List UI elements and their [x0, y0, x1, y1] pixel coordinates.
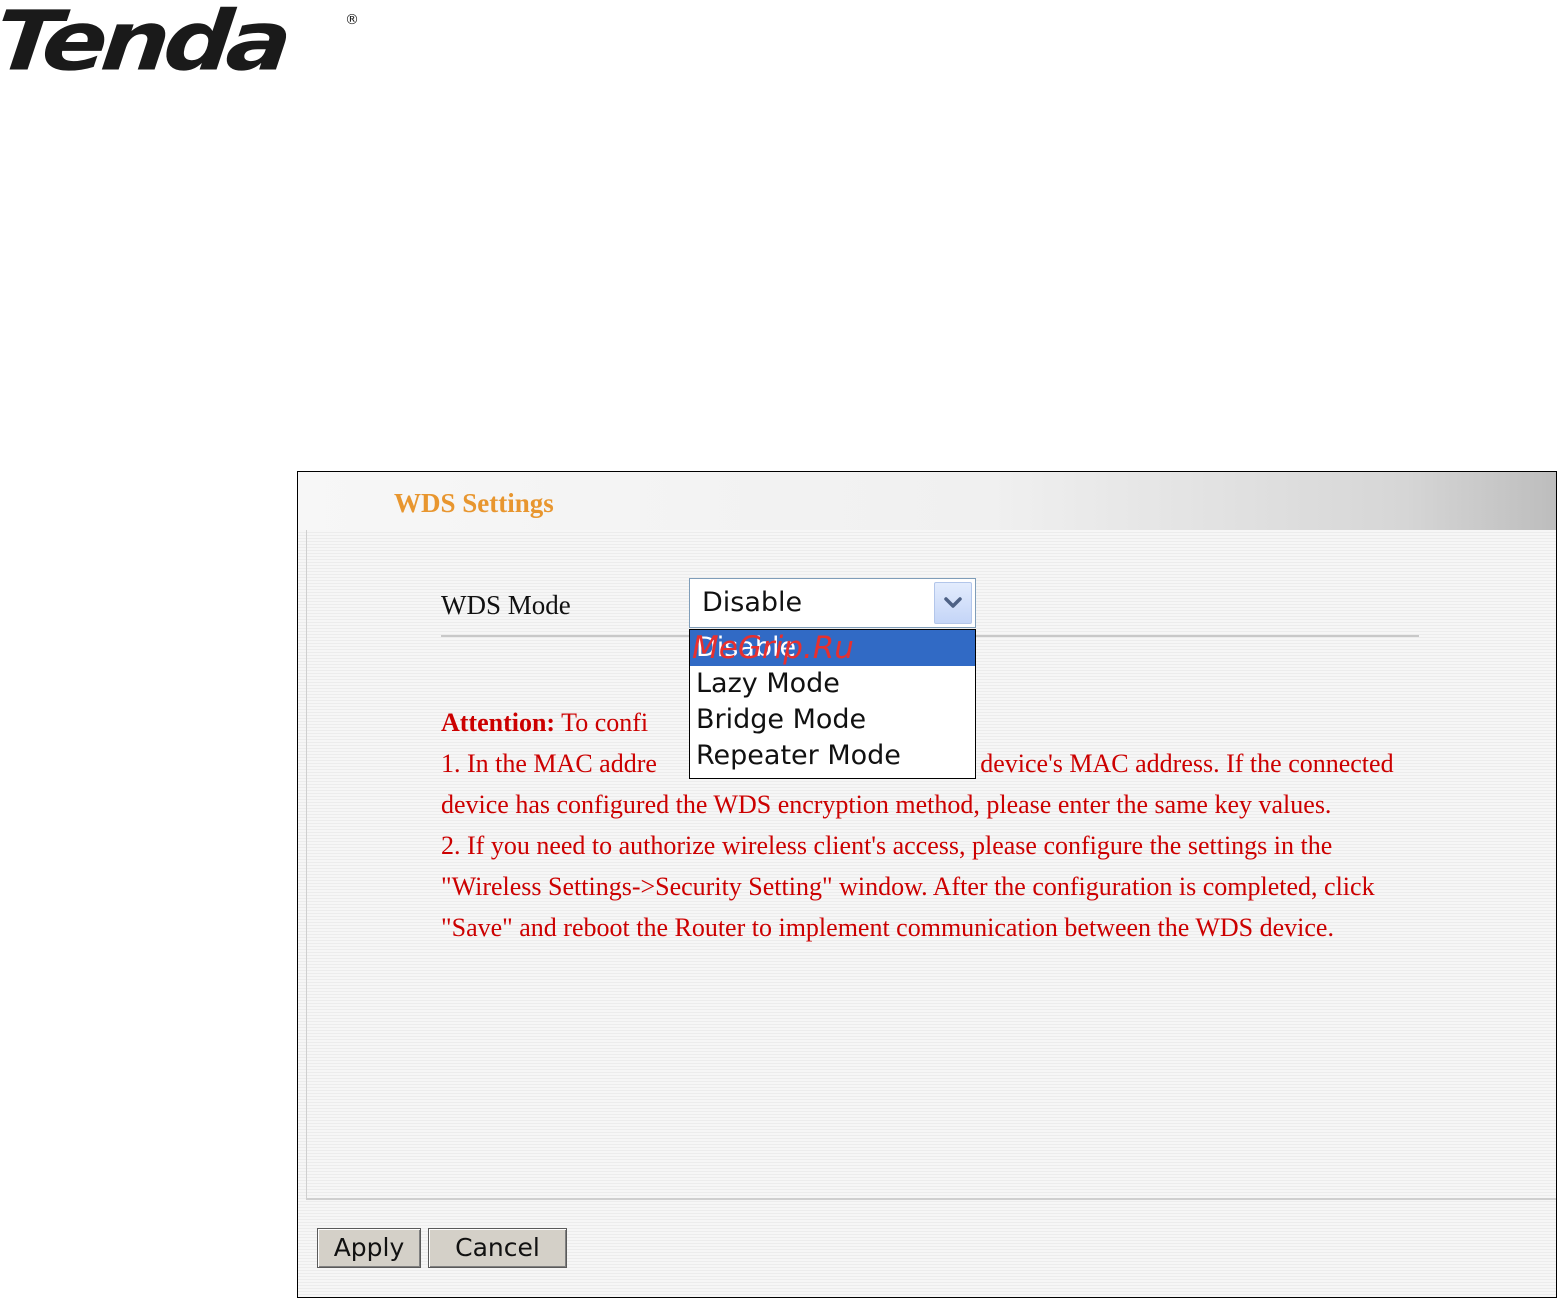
attention-heading: Attention: — [441, 708, 556, 737]
registered-mark: ® — [345, 12, 359, 28]
attention-line-2: 2. If you need to authorize wireless cli… — [441, 831, 1375, 942]
apply-button[interactable]: Apply — [317, 1228, 421, 1268]
panel-header: WDS Settings — [298, 472, 1556, 530]
wds-mode-label: WDS Mode — [441, 590, 571, 620]
logo-text: Tenda — [0, 0, 291, 90]
footer-separator — [306, 1198, 1556, 1200]
option-repeater-mode[interactable]: Repeater Mode — [690, 738, 975, 774]
chevron-down-icon — [944, 597, 962, 608]
cancel-button[interactable]: Cancel — [428, 1228, 567, 1268]
wds-settings-panel: WDS Settings WDS Mode Disable Disable La… — [297, 471, 1557, 1298]
panel-title: WDS Settings — [394, 488, 554, 518]
wds-mode-select[interactable]: Disable — [689, 578, 976, 628]
option-bridge-mode[interactable]: Bridge Mode — [690, 702, 975, 738]
option-lazy-mode[interactable]: Lazy Mode — [690, 666, 975, 702]
inner-border — [306, 530, 307, 1198]
dropdown-toggle-button[interactable] — [934, 582, 972, 624]
attention-intro-text: To confi — [561, 708, 649, 737]
attention-line-1-start: 1. In the MAC addre — [441, 749, 657, 778]
wds-mode-selected-value: Disable — [702, 587, 803, 618]
watermark-text: MeGrip.Ru — [692, 630, 854, 666]
tenda-logo: Tenda — [0, 0, 291, 89]
